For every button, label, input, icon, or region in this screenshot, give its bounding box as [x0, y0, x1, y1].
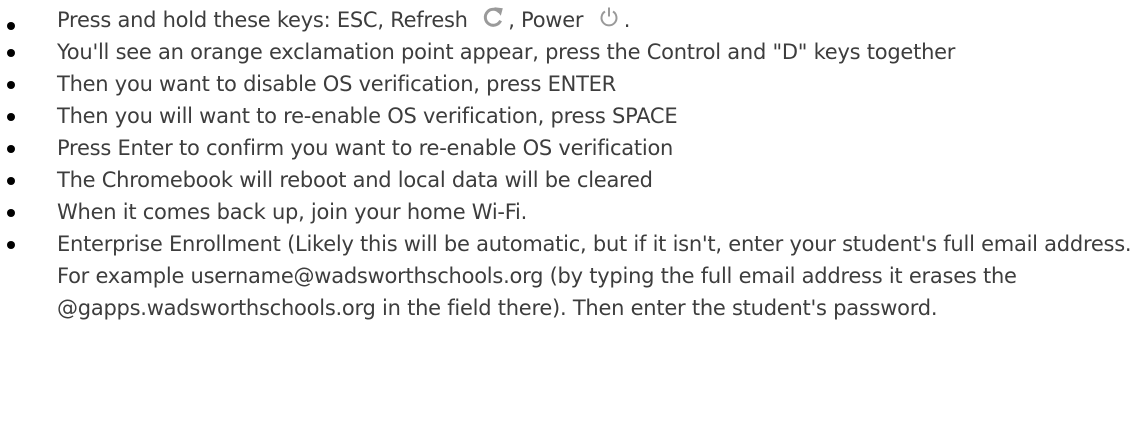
- step-8-text: Enterprise Enrollment (Likely this will …: [57, 232, 1132, 320]
- bullet: [7, 145, 15, 153]
- step-4-text: Then you will want to re-enable OS verif…: [57, 104, 678, 128]
- list-item: Then you will want to re-enable OS verif…: [0, 100, 1146, 132]
- bullet: [7, 241, 15, 249]
- list-item: When it comes back up, join your home Wi…: [0, 196, 1146, 228]
- refresh-icon: [482, 5, 504, 29]
- list-item: You'll see an orange exclamation point a…: [0, 36, 1146, 68]
- instructions-document: Press and hold these keys: ESC, Refresh …: [0, 0, 1146, 440]
- step-2-text: You'll see an orange exclamation point a…: [57, 40, 956, 64]
- list-item: Then you want to disable OS verification…: [0, 68, 1146, 100]
- bullet: [7, 22, 15, 30]
- step-1-text-after: .: [623, 8, 631, 32]
- step-6-text: The Chromebook will reboot and local dat…: [57, 168, 653, 192]
- list-item: Enterprise Enrollment (Likely this will …: [0, 228, 1146, 324]
- bullet: [7, 113, 15, 121]
- bullet: [7, 177, 15, 185]
- list-item: Press Enter to confirm you want to re-en…: [0, 132, 1146, 164]
- step-1-text-before: Press and hold these keys: ESC, Refresh: [57, 8, 468, 32]
- bullet: [7, 49, 15, 57]
- step-1-text-middle: , Power: [508, 8, 584, 32]
- list-item: Press and hold these keys: ESC, Refresh …: [0, 0, 1146, 36]
- step-5-text: Press Enter to confirm you want to re-en…: [57, 136, 674, 160]
- step-3-text: Then you want to disable OS verification…: [57, 72, 617, 96]
- power-icon: [598, 5, 620, 29]
- list-item: The Chromebook will reboot and local dat…: [0, 164, 1146, 196]
- step-7-text: When it comes back up, join your home Wi…: [57, 200, 528, 224]
- steps-list: Press and hold these keys: ESC, Refresh …: [0, 0, 1146, 324]
- bullet: [7, 209, 15, 217]
- bullet: [7, 81, 15, 89]
